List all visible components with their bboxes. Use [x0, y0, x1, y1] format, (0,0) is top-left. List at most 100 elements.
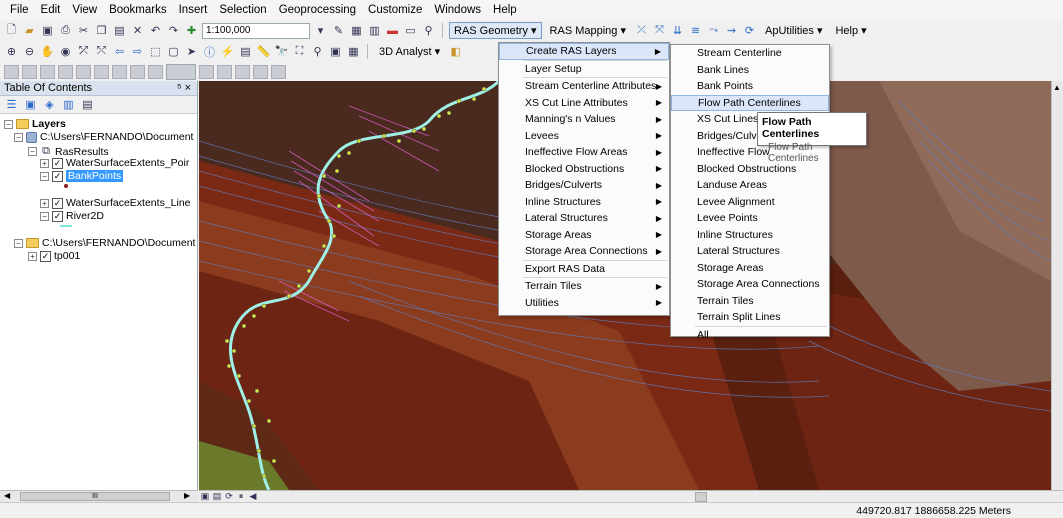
- draw-tool-12[interactable]: [235, 64, 250, 79]
- scroll-right-icon[interactable]: ▶: [184, 491, 190, 500]
- cut-icon[interactable]: ✂: [76, 23, 91, 38]
- create-layer-menu-item[interactable]: All: [671, 327, 829, 344]
- draw-tool-7[interactable]: [112, 64, 127, 79]
- collapse-icon[interactable]: −: [40, 211, 49, 221]
- menu-file[interactable]: File: [4, 2, 35, 18]
- ras-geometry-menu-item[interactable]: Ineffective Flow Areas ▶: [499, 144, 669, 161]
- db1-node[interactable]: − C:\Users\FERNANDO\Document: [14, 131, 193, 143]
- open-icon[interactable]: ▰: [22, 23, 37, 38]
- layers-node[interactable]: − Layers: [4, 118, 66, 130]
- xy-icon[interactable]: ⚲: [310, 44, 325, 59]
- ras-geometry-menu-item[interactable]: Manning's n Values ▶: [499, 111, 669, 128]
- create-layer-menu-item[interactable]: Storage Areas: [671, 260, 829, 277]
- menu-selection[interactable]: Selection: [213, 2, 272, 18]
- find-icon[interactable]: 🔭: [274, 44, 289, 59]
- paste-icon[interactable]: ▤: [112, 23, 127, 38]
- menu-help[interactable]: Help: [487, 2, 523, 18]
- create-layer-menu-item[interactable]: Flow Path Centerlines: [671, 94, 829, 111]
- db2-node[interactable]: − C:\Users\FERNANDO\Document: [14, 237, 195, 249]
- scale-input[interactable]: 1:100,000: [202, 22, 310, 39]
- create-layer-menu-item[interactable]: Levee Alignment: [671, 194, 829, 211]
- editor-icon[interactable]: ✎: [331, 23, 346, 38]
- menu-insert[interactable]: Insert: [173, 2, 214, 18]
- draw-tool-13[interactable]: [253, 64, 268, 79]
- layout-view-icon[interactable]: ▤: [211, 491, 223, 502]
- copy-icon[interactable]: ❐: [94, 23, 109, 38]
- list-by-selection-icon[interactable]: ▥: [61, 97, 76, 112]
- table-icon[interactable]: ▦: [349, 23, 364, 38]
- fixed-zoom-in-icon[interactable]: ⤱: [76, 44, 91, 59]
- map-vertical-scrollbar[interactable]: ▲: [1051, 81, 1063, 490]
- collapse-icon[interactable]: −: [40, 171, 49, 181]
- ras-geometry-menu-item[interactable]: Terrain Tiles ▶: [499, 278, 669, 295]
- data-view-icon[interactable]: ▣: [199, 491, 211, 502]
- ras-geometry-menu-item[interactable]: Create RAS Layers ▶: [499, 43, 669, 60]
- layer-wse-points[interactable]: + ✓ WaterSurfaceExtents_Poir: [40, 157, 189, 169]
- expand-icon[interactable]: +: [28, 251, 37, 261]
- redo-icon[interactable]: ↷: [166, 23, 181, 38]
- ras-geometry-menu-item[interactable]: Stream Centerline Attributes ▶: [499, 78, 669, 95]
- catalog-icon[interactable]: ▥: [367, 23, 382, 38]
- bank-tool-icon[interactable]: ⤧: [652, 23, 667, 38]
- 3d-analyst-menu-button[interactable]: 3D Analyst ▾: [374, 43, 445, 60]
- flow-arrow-icon[interactable]: ⇝: [724, 23, 739, 38]
- list-by-source-icon[interactable]: ▣: [23, 97, 38, 112]
- zoom-in-icon[interactable]: ⊕: [4, 44, 19, 59]
- visibility-checkbox[interactable]: ✓: [52, 170, 63, 182]
- ras-mapping-menu-button[interactable]: RAS Mapping ▾: [545, 22, 631, 39]
- find-route-icon[interactable]: ⛶: [292, 44, 307, 59]
- scale-dropdown-icon[interactable]: ▾: [313, 23, 328, 38]
- collapse-icon[interactable]: −: [4, 119, 13, 129]
- pan-icon[interactable]: ✋: [40, 44, 55, 59]
- add-data-icon[interactable]: ✚: [184, 23, 199, 38]
- menu-windows[interactable]: Windows: [428, 2, 487, 18]
- profile-tool-icon[interactable]: ≋: [688, 23, 703, 38]
- create-layer-menu-item[interactable]: Landuse Areas: [671, 177, 829, 194]
- draw-tool-5[interactable]: [76, 64, 91, 79]
- ras-geometry-menu-item[interactable]: Storage Area Connections ▶: [499, 243, 669, 260]
- time-slider-icon[interactable]: ▣: [328, 44, 343, 59]
- collapse-icon[interactable]: −: [14, 238, 23, 248]
- visibility-checkbox[interactable]: ✓: [52, 157, 63, 169]
- refresh-icon[interactable]: ⟳: [223, 491, 235, 502]
- map-scroll-left-icon[interactable]: ◀: [247, 491, 259, 502]
- ras-geometry-menu-item[interactable]: Blocked Obstructions ▶: [499, 161, 669, 178]
- visibility-checkbox[interactable]: ✓: [52, 210, 63, 222]
- zoom-out-icon[interactable]: ⊖: [22, 44, 37, 59]
- draw-color-box[interactable]: [166, 63, 196, 80]
- layer-river2d[interactable]: − ✓ River2D: [40, 210, 104, 222]
- undo-icon[interactable]: ↶: [148, 23, 163, 38]
- expand-icon[interactable]: +: [40, 158, 49, 168]
- ras-geometry-menu-item[interactable]: Lateral Structures ▶: [499, 210, 669, 227]
- list-by-visibility-icon[interactable]: ◈: [42, 97, 57, 112]
- ras-geometry-menu-item[interactable]: Storage Areas ▶: [499, 227, 669, 244]
- menu-customize[interactable]: Customize: [362, 2, 428, 18]
- save-icon[interactable]: ▣: [40, 23, 55, 38]
- forward-icon[interactable]: ⇨: [130, 44, 145, 59]
- draw-tool-10[interactable]: [199, 64, 214, 79]
- menu-bookmarks[interactable]: Bookmarks: [103, 2, 173, 18]
- scroll-up-icon[interactable]: ▲: [1053, 83, 1062, 92]
- create-layer-menu-item[interactable]: Inline Structures: [671, 227, 829, 244]
- print-icon[interactable]: ⎙: [58, 23, 73, 38]
- toc-horizontal-scrollbar[interactable]: ◀ III ▶: [0, 490, 198, 502]
- draw-tool-3[interactable]: [40, 64, 55, 79]
- draw-tool-2[interactable]: [22, 64, 37, 79]
- create-layer-menu-item[interactable]: Stream Centerline: [671, 45, 829, 62]
- create-layer-menu-item[interactable]: Terrain Tiles: [671, 293, 829, 310]
- hyperlink-icon[interactable]: ⚡: [220, 44, 235, 59]
- create-layer-menu-item[interactable]: Levee Points: [671, 210, 829, 227]
- ras-geometry-menu-item[interactable]: XS Cut Line Attributes ▶: [499, 95, 669, 112]
- scroll-thumb[interactable]: III: [20, 492, 170, 501]
- clear-selection-icon[interactable]: ▢: [166, 44, 181, 59]
- toolbox-icon[interactable]: ▬: [385, 23, 400, 38]
- pause-icon[interactable]: ⏸: [235, 491, 247, 502]
- model-icon[interactable]: ⚲: [421, 23, 436, 38]
- measure-icon[interactable]: 📏: [256, 44, 271, 59]
- create-layer-menu-item[interactable]: Bank Lines: [671, 62, 829, 79]
- draw-tool-9[interactable]: [148, 64, 163, 79]
- select-elements-icon[interactable]: ➤: [184, 44, 199, 59]
- menu-geoprocessing[interactable]: Geoprocessing: [273, 2, 362, 18]
- layer-bankpoints[interactable]: − ✓ BankPoints: [40, 170, 124, 182]
- ras-geometry-menu-item[interactable]: Inline Structures ▶: [499, 194, 669, 211]
